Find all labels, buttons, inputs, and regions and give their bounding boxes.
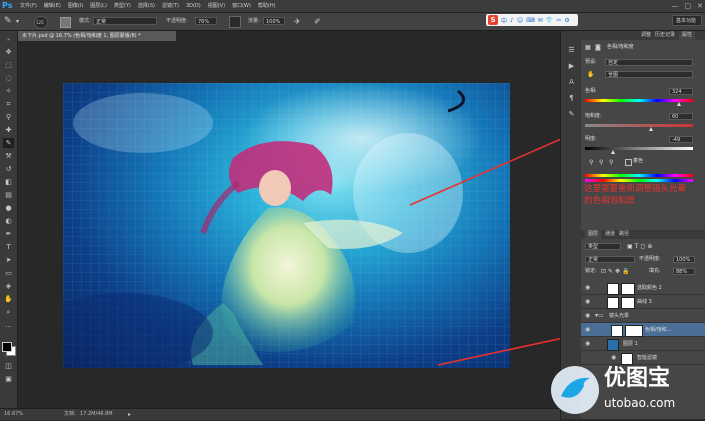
lightness-slider-track[interactable]: [585, 147, 693, 150]
eyedropper-add-icon[interactable]: ⚲: [599, 159, 603, 166]
eye-icon[interactable]: ◉: [585, 326, 590, 333]
saturation-slider-track[interactable]: [585, 124, 693, 127]
layer-row-curves[interactable]: ◉ 曲线 3: [581, 295, 705, 309]
eyedropper-icon[interactable]: ⚲: [589, 159, 593, 166]
eye-icon[interactable]: ◉: [585, 340, 590, 347]
layer-row-selective-color[interactable]: ◉ 选取颜色 2: [581, 281, 705, 295]
character-panel-icon[interactable]: A: [566, 77, 577, 87]
layer-kind-filter[interactable]: 类型: [585, 243, 621, 250]
tab-adjustments[interactable]: 调整: [641, 31, 651, 40]
annotation-text: 这里需要重新调整镜头光晕的色相饱和度: [584, 184, 687, 206]
channel-select[interactable]: 全图: [605, 71, 693, 78]
paragraph-panel-icon[interactable]: ¶: [566, 93, 577, 103]
tab-channels[interactable]: 通道: [605, 230, 615, 239]
history-panel-icon[interactable]: ☰: [566, 45, 577, 55]
fill-input[interactable]: 88%: [673, 268, 695, 275]
lock-label: 锁定:: [585, 268, 597, 274]
actions-panel-icon[interactable]: ▶: [566, 61, 577, 71]
layer-opacity-input[interactable]: 100%: [673, 256, 695, 263]
eye-icon[interactable]: ◉: [585, 312, 590, 319]
adjustment-thumb: [611, 325, 623, 337]
colorize-checkbox[interactable]: [625, 159, 632, 166]
brush-panel-icon[interactable]: ✎: [566, 109, 577, 119]
adjustment-title: 色相/饱和度: [607, 44, 634, 50]
saturation-input[interactable]: 60: [669, 113, 693, 120]
watermark: 优图宝 utobao.com: [548, 358, 705, 419]
tab-history[interactable]: 历史记录: [655, 31, 675, 40]
preset-label: 预设:: [585, 59, 597, 65]
doc-size-label: 文档:: [64, 411, 76, 417]
folder-icon[interactable]: ▾▭: [595, 312, 604, 319]
pixel-layer-thumb: [607, 339, 619, 351]
layer-name: 色相/饱和...: [645, 327, 672, 333]
fill-label: 填充:: [649, 268, 661, 274]
layer-name: 镜头光晕: [609, 313, 630, 319]
layer-mask-thumb[interactable]: [625, 325, 643, 337]
hue-label: 色相:: [585, 88, 597, 94]
eyedropper-subtract-icon[interactable]: ⚲: [609, 159, 613, 166]
adjustment-layer-icon: ▦: [585, 44, 591, 51]
zoom-level[interactable]: 16.67%: [4, 409, 23, 420]
layer-row-pixel[interactable]: ◉ 图层 1: [581, 337, 705, 351]
layer-name: 图层 1: [623, 341, 638, 347]
lock-icons[interactable]: ⊡✎✥🔒: [601, 268, 632, 275]
blend-mode-select[interactable]: 正常: [585, 256, 635, 263]
tab-properties[interactable]: 属性: [679, 31, 696, 40]
lightness-slider-thumb[interactable]: [611, 150, 615, 154]
layer-name: 曲线 3: [637, 299, 652, 305]
tab-paths[interactable]: 路径: [619, 230, 629, 239]
lightness-input[interactable]: -49: [669, 136, 693, 143]
preset-select[interactable]: 自定: [605, 59, 693, 66]
mask-icon[interactable]: ◙: [595, 44, 601, 51]
hue-range-bar-bottom: [585, 179, 693, 182]
watermark-title: 优图宝: [604, 366, 671, 391]
adjustment-thumb: [607, 283, 619, 295]
tab-layers[interactable]: 图层: [585, 230, 602, 239]
lightness-label: 明度:: [585, 136, 597, 142]
hue-input[interactable]: 324: [669, 88, 693, 95]
adjustment-thumb: [607, 297, 619, 309]
layer-filter-icons[interactable]: ▣T◻⊕: [627, 243, 654, 250]
layer-row-hue-saturation[interactable]: ◉ 色相/饱和...: [581, 323, 705, 337]
eye-icon[interactable]: ◉: [585, 298, 590, 305]
watermark-url: utobao.com: [604, 396, 676, 410]
layer-opacity-label: 不透明度:: [639, 256, 661, 262]
saturation-slider-thumb[interactable]: [649, 127, 653, 131]
hand-adjust-icon[interactable]: ✋: [587, 71, 594, 78]
eye-icon[interactable]: ◉: [585, 284, 590, 291]
status-bar: 16.67% 文档: 17.2M/46.8M ▸: [0, 408, 560, 420]
layer-name: 选取颜色 2: [637, 285, 662, 291]
doc-size-value: 17.2M/46.8M: [80, 411, 113, 417]
layer-mask-thumb[interactable]: [621, 297, 635, 309]
hue-range-bar-top: [585, 174, 693, 177]
layer-row-group[interactable]: ◉ ▾▭ 镜头光晕: [581, 309, 705, 323]
hue-slider-thumb[interactable]: [677, 102, 681, 106]
status-menu-icon[interactable]: ▸: [128, 409, 131, 420]
layer-mask-thumb[interactable]: [621, 283, 635, 295]
colorize-label: 着色: [633, 158, 644, 164]
saturation-label: 饱和度:: [585, 113, 602, 119]
